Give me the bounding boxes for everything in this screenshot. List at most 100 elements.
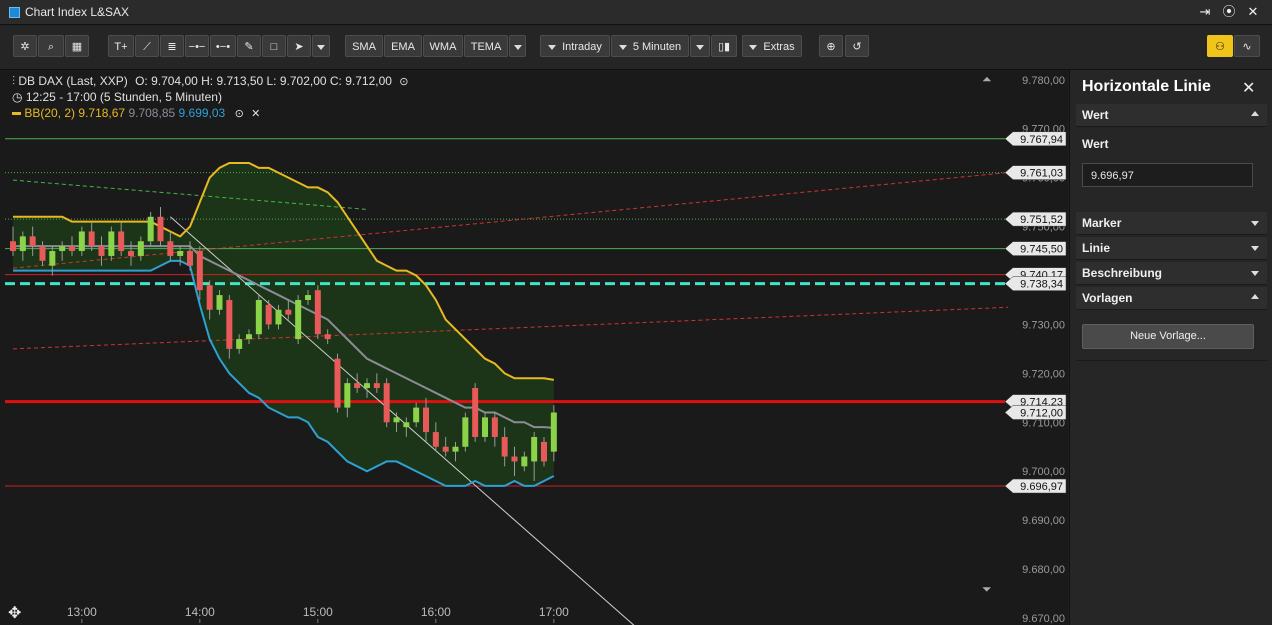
candle-body-26	[265, 304, 272, 325]
candle-body-10	[108, 231, 115, 256]
chart-area[interactable]: 9.780,009.770,009.760,009.750,009.740,00…	[0, 70, 1068, 625]
price-chart[interactable]: 9.780,009.770,009.760,009.750,009.740,00…	[0, 70, 1068, 625]
new-template-button[interactable]: Neue Vorlage...	[1082, 324, 1254, 349]
zoom-search-icon[interactable]: ⌕	[38, 35, 64, 57]
expand-down-icon	[1251, 221, 1259, 226]
candle-body-16	[167, 241, 174, 256]
fibonacci-tool-icon[interactable]: ≣	[160, 35, 184, 57]
ray-tool-icon[interactable]: •−•	[210, 35, 236, 57]
scroll-up-icon[interactable]: ⏶	[982, 72, 992, 87]
pencil-tool-icon[interactable]: ✎	[237, 35, 261, 57]
trendline-tool-icon[interactable]: ⟋	[135, 35, 159, 57]
bb-color-swatch	[12, 112, 21, 116]
candle-body-41	[413, 407, 420, 423]
zoom-in-icon[interactable]: ⊕	[819, 35, 843, 57]
wert-input[interactable]: 9.696,97	[1082, 163, 1253, 187]
record-icon[interactable]: ⦿	[1220, 3, 1238, 21]
section-marker-header[interactable]: Marker	[1076, 212, 1267, 235]
indicator-view-toggle-icon[interactable]: ∿	[1234, 35, 1260, 57]
candlestick-type-icon[interactable]: ▯▮	[711, 35, 737, 57]
drawing-objects-toggle-icon[interactable]: ⚇	[1207, 35, 1233, 57]
candle-body-17	[177, 251, 184, 256]
extras-select[interactable]: Extras	[742, 35, 802, 57]
candle-body-33	[334, 358, 341, 408]
indicator-wma-button[interactable]: WMA	[423, 35, 463, 57]
candle-body-54	[541, 441, 547, 462]
section-linie-header[interactable]: Linie	[1076, 237, 1267, 260]
grid-layout-icon[interactable]: ▦	[65, 35, 89, 57]
candle-body-37	[373, 383, 380, 389]
candle-body-22	[226, 299, 233, 349]
pan-move-icon[interactable]: ✥	[8, 603, 21, 623]
export-icon[interactable]: ⇥	[1196, 3, 1214, 21]
candle-body-13	[137, 241, 144, 256]
candle-body-8	[88, 231, 95, 247]
window-title: Chart Index L&SAX	[25, 5, 130, 19]
section-linie-label: Linie	[1082, 241, 1111, 255]
interval-select[interactable]: 5 Minuten	[611, 35, 689, 57]
close-icon[interactable]: ✕	[1244, 3, 1262, 21]
candle-body-9	[98, 246, 105, 256]
legend-instrument-row: ⫶ DB DAX (Last, XXP) O: 9.704,00 H: 9.71…	[12, 74, 409, 89]
price-tag-label-7: 9.712,00	[1020, 408, 1063, 420]
legend-bb-label: BB(20, 2)	[24, 106, 76, 120]
legend-ohlc: O: 9.704,00 H: 9.713,50 L: 9.702,00 C: 9…	[135, 74, 392, 88]
text-tool-icon[interactable]: T+	[108, 35, 134, 57]
candle-body-28	[285, 309, 292, 315]
scroll-down-icon[interactable]: ⏷	[982, 582, 992, 597]
legend-timerange-row: ◷ 12:25 - 17:00 (5 Stunden, 5 Minuten)	[12, 90, 222, 104]
legend-instrument: DB DAX (Last, XXP)	[18, 74, 128, 88]
legend-bb-row: BB(20, 2) 9.718,67 9.708,85 9.699,03 ⊙ ✕	[12, 106, 260, 120]
extras-label: Extras	[763, 41, 795, 53]
y-tick-label-11: 9.670,00	[1022, 613, 1065, 625]
candle-body-39	[393, 417, 400, 423]
more-tools-caret[interactable]	[312, 35, 330, 57]
candle-body-29	[295, 299, 302, 340]
candle-body-31	[314, 290, 321, 335]
legend-settings-icon[interactable]: ⊙	[399, 76, 408, 88]
candle-body-5	[59, 246, 66, 252]
candle-body-19	[196, 251, 203, 291]
legend-timerange: 12:25 - 17:00 (5 Stunden, 5 Minuten)	[25, 90, 222, 104]
period-select[interactable]: Intraday	[540, 35, 610, 57]
panel-close-icon[interactable]: ✕	[1242, 78, 1255, 98]
bollinger-band-fill	[13, 162, 554, 486]
horizontal-line-tool-icon[interactable]: −•−	[185, 35, 209, 57]
bb-settings-icon[interactable]: ⊙	[235, 108, 244, 120]
indicator-more-caret[interactable]	[509, 35, 526, 57]
expand-down-icon	[1251, 246, 1259, 251]
candle-body-43	[432, 432, 439, 447]
settings-icon[interactable]: ✲	[13, 35, 37, 57]
collapse-up-icon	[1251, 111, 1259, 116]
chart-type-caret[interactable]	[690, 35, 710, 57]
indicator-ema-button[interactable]: EMA	[384, 35, 422, 57]
y-tick-label-6: 9.720,00	[1022, 368, 1065, 380]
candle-body-34	[344, 383, 351, 408]
candle-body-38	[383, 383, 390, 423]
bb-remove-icon[interactable]: ✕	[251, 108, 260, 120]
section-beschreibung-header[interactable]: Beschreibung	[1076, 262, 1267, 285]
candle-body-49	[491, 417, 498, 437]
candle-body-44	[442, 446, 449, 452]
trendline-1	[12, 306, 1009, 350]
app-icon	[9, 7, 20, 18]
section-marker-label: Marker	[1082, 216, 1122, 230]
candle-body-21	[216, 295, 223, 310]
indicator-tema-button[interactable]: TEMA	[464, 35, 508, 57]
indicator-sma-button[interactable]: SMA	[345, 35, 383, 57]
reset-zoom-icon[interactable]: ↺	[845, 35, 869, 57]
candle-body-42	[423, 407, 429, 433]
rectangle-tool-icon[interactable]: □	[262, 35, 286, 57]
y-tick-label-9: 9.690,00	[1022, 515, 1065, 527]
x-tick-label-0: 13:00	[67, 605, 97, 619]
section-wert-header[interactable]: Wert	[1076, 104, 1267, 127]
section-vorlagen-header[interactable]: Vorlagen	[1076, 287, 1267, 310]
y-tick-label-8: 9.700,00	[1022, 466, 1065, 478]
price-tag-label-5: 9.738,34	[1020, 279, 1063, 291]
cursor-tool-icon[interactable]: ➤	[287, 35, 311, 57]
panel-content-divider	[1076, 360, 1267, 361]
candle-body-12	[128, 251, 134, 256]
candle-body-55	[550, 412, 557, 452]
candle-body-11	[118, 231, 125, 252]
candle-body-46	[462, 417, 469, 447]
